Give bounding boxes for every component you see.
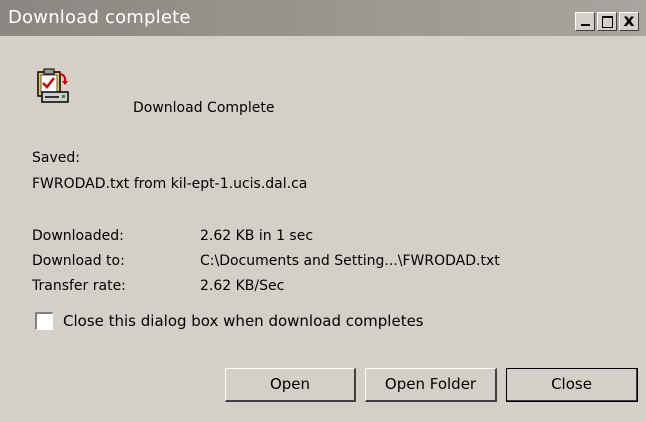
maximize-icon xyxy=(602,16,613,28)
detail-label: Transfer rate: xyxy=(32,278,126,294)
detail-value: 2.62 KB in 1 sec xyxy=(200,228,314,244)
download-complete-icon xyxy=(37,68,69,103)
headline: Download Complete xyxy=(133,100,275,116)
download-complete-dialog: Download complete x Download Complete Sa… xyxy=(0,0,646,422)
open-button[interactable]: Open xyxy=(225,368,356,402)
open-folder-button[interactable]: Open Folder xyxy=(365,368,497,402)
window-title: Download complete xyxy=(8,7,191,28)
detail-label: Downloaded: xyxy=(32,228,124,244)
maximize-button[interactable] xyxy=(597,12,617,31)
detail-label: Download to: xyxy=(32,253,125,269)
detail-value: C:\Documents and Setting...\FWRODAD.txt xyxy=(200,253,500,269)
saved-label: Saved: xyxy=(32,150,80,166)
close-when-done-checkbox[interactable] xyxy=(35,312,53,330)
minimize-icon xyxy=(581,24,590,26)
saved-file: FWRODAD.txt from kil-ept-1.ucis.dal.ca xyxy=(32,176,308,192)
close-icon: x xyxy=(623,11,635,31)
title-bar[interactable]: Download complete x xyxy=(0,0,646,36)
detail-value: 2.62 KB/Sec xyxy=(200,278,285,294)
close-window-button[interactable]: x xyxy=(619,12,639,31)
close-when-done-label[interactable]: Close this dialog box when download comp… xyxy=(63,312,424,330)
close-button[interactable]: Close xyxy=(506,368,638,402)
minimize-button[interactable] xyxy=(575,12,595,31)
